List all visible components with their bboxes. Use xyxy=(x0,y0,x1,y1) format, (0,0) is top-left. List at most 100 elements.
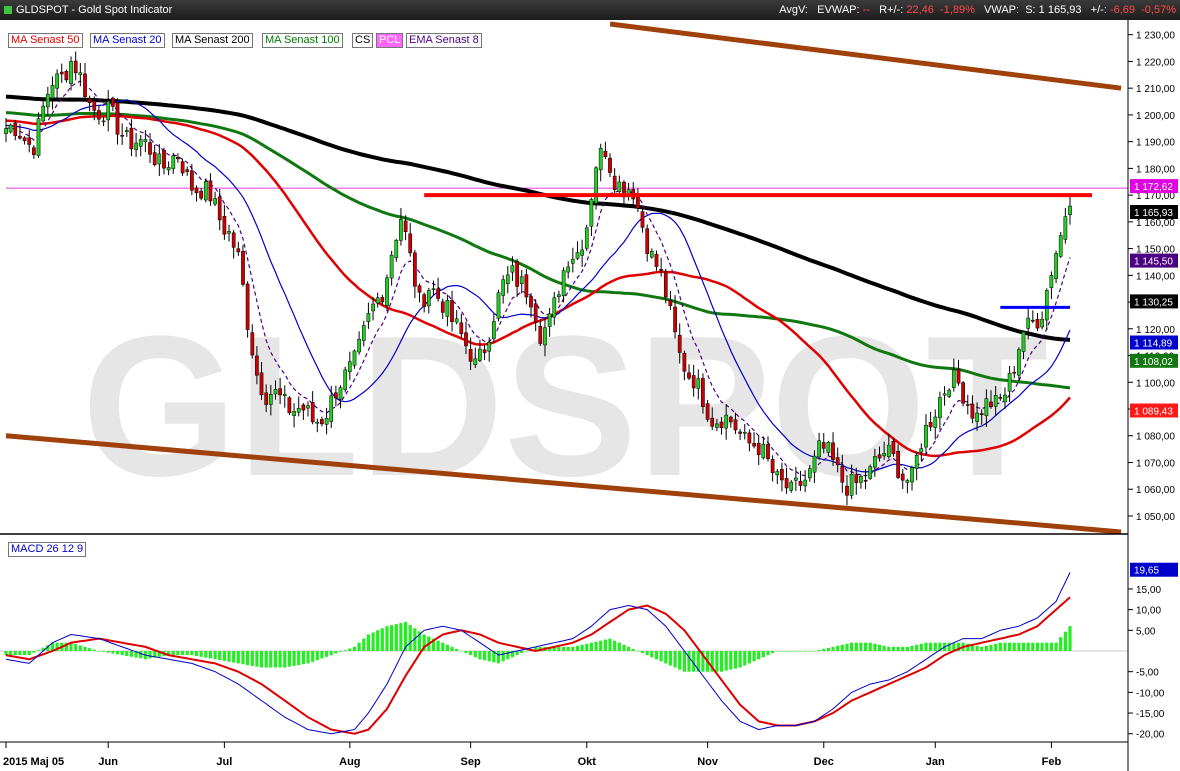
candle-up xyxy=(580,249,584,256)
macd-histogram-bar xyxy=(190,651,194,656)
macd-histogram-bar xyxy=(464,651,468,654)
macd-histogram-bar xyxy=(301,651,305,665)
macd-histogram-bar xyxy=(585,643,589,651)
candle-down xyxy=(440,301,445,313)
time-axis-label: Jun xyxy=(98,756,118,768)
candle-down xyxy=(255,355,259,376)
legend-item[interactable]: MA Senast 200 xyxy=(172,33,253,48)
macd-histogram-bar xyxy=(496,651,501,664)
macd-histogram-bar xyxy=(608,638,612,651)
candle-up xyxy=(975,412,979,422)
macd-histogram-bar xyxy=(575,645,580,651)
candle-up xyxy=(1058,235,1063,257)
candle-up xyxy=(492,321,496,339)
legend-item[interactable]: MA Senast 100 xyxy=(262,33,343,48)
macd-histogram-bar xyxy=(348,648,352,651)
candle-down xyxy=(891,441,896,454)
candle-down xyxy=(965,404,970,406)
macd-axis-label: -5,00 xyxy=(1136,668,1159,679)
price-axis-label: 1 140,00 xyxy=(1136,271,1175,282)
candle-up xyxy=(924,424,928,448)
macd-histogram-bar xyxy=(994,643,998,651)
candle-down xyxy=(854,474,859,484)
macd-histogram-bar xyxy=(599,640,603,651)
macd-histogram-bar xyxy=(580,644,584,651)
candle-up xyxy=(1003,394,1007,403)
candle-up xyxy=(803,479,808,487)
candle-down xyxy=(863,480,868,482)
candle-down xyxy=(1030,319,1035,322)
macd-histogram-bar xyxy=(264,651,268,668)
candle-up xyxy=(268,394,273,405)
macd-histogram-bar xyxy=(148,651,152,659)
candle-down xyxy=(877,454,882,459)
macd-histogram-bar xyxy=(450,646,454,651)
macd-legend[interactable]: MACD 26 12 9 xyxy=(8,542,87,557)
legend-item[interactable]: MA Senast 50 xyxy=(8,33,83,48)
macd-histogram-bar xyxy=(227,651,231,662)
macd-histogram-bar xyxy=(306,651,310,664)
price-chart[interactable]: GLDSPOT 1 050,001 060,001 070,001 080,00… xyxy=(0,20,1180,771)
candle-down xyxy=(529,296,533,308)
candle-down xyxy=(129,127,134,150)
candle-down xyxy=(278,388,282,396)
price-axis-label: 1 120,00 xyxy=(1136,325,1175,336)
legend-item[interactable]: MA Senast 20 xyxy=(90,33,165,48)
candle-up xyxy=(473,358,478,366)
vwap-label: VWAP: xyxy=(984,4,1020,16)
candle-down xyxy=(464,332,468,347)
candle-up xyxy=(789,481,794,491)
macd-histogram-bar xyxy=(362,638,366,651)
window-titlebar: GLDSPOT - Gold Spot Indicator AvgV: EVWA… xyxy=(0,0,1180,20)
candle-up xyxy=(951,369,956,388)
macd-histogram-bar xyxy=(1021,642,1026,651)
candle-up xyxy=(724,414,729,429)
candle-down xyxy=(821,442,826,449)
macd-histogram-bar xyxy=(1063,631,1067,651)
macd-histogram-bar xyxy=(627,646,631,651)
candle-down xyxy=(152,152,157,165)
legend-item[interactable]: PCL xyxy=(376,33,404,48)
candle-down xyxy=(756,442,761,456)
candle-down xyxy=(468,348,473,362)
value-box-label: 1 114,89 xyxy=(1134,339,1173,350)
legend-item[interactable]: EMA Senast 8 xyxy=(406,33,482,48)
macd-histogram-bar xyxy=(9,651,13,656)
macd-histogram-bar xyxy=(181,651,185,656)
macd-histogram-bar xyxy=(933,642,937,651)
macd-histogram-bar xyxy=(1035,642,1040,651)
macd-histogram-bar xyxy=(636,651,640,652)
candle-up xyxy=(361,325,366,341)
candle-up xyxy=(124,130,129,133)
legend-item[interactable]: CS xyxy=(352,33,374,48)
candle-down xyxy=(928,422,933,428)
candle-down xyxy=(900,473,905,481)
macd-histogram-bar xyxy=(873,643,877,651)
evwap-value: -- xyxy=(862,4,870,16)
candle-up xyxy=(292,411,296,416)
candle-up xyxy=(552,297,557,318)
time-axis-label: Jan xyxy=(926,756,945,768)
candle-up xyxy=(1021,331,1026,352)
value-box-label: 1 130,25 xyxy=(1134,297,1173,308)
candle-up xyxy=(45,93,50,108)
macd-histogram-bar xyxy=(594,641,598,651)
candle-up xyxy=(1044,290,1049,321)
value-box-label: 1 108,02 xyxy=(1134,357,1173,368)
price-axis-label: 1 180,00 xyxy=(1136,164,1175,175)
rchange-value: 22,46 xyxy=(906,4,934,16)
macd-histogram-bar xyxy=(236,651,240,664)
candle-up xyxy=(914,455,919,469)
candle-down xyxy=(738,431,742,434)
candle-down xyxy=(970,403,975,419)
macd-histogram-bar xyxy=(487,651,491,662)
candle-down xyxy=(111,97,115,107)
candle-down xyxy=(310,402,315,423)
candle-up xyxy=(761,443,766,459)
macd-histogram-bar xyxy=(747,651,751,664)
macd-histogram-bar xyxy=(668,651,672,666)
macd-histogram-bar xyxy=(408,625,412,651)
candle-up xyxy=(557,294,561,298)
macd-histogram-bar xyxy=(506,651,510,660)
change-value: -6,69 xyxy=(1109,4,1136,16)
